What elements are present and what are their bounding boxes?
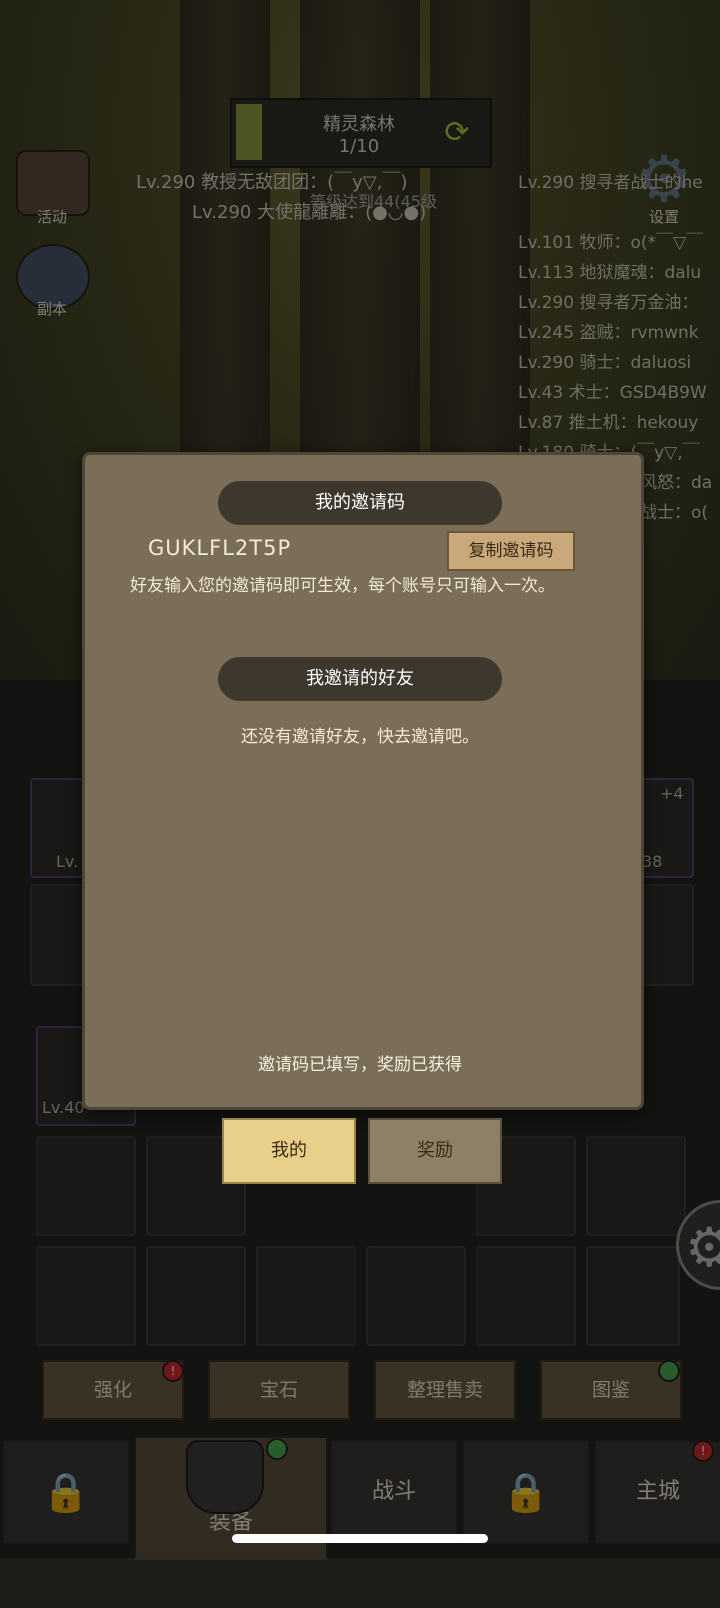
invite-code: GUKLFL2T5P: [148, 536, 292, 560]
invite-status: 邀请码已填写，奖励已获得: [258, 1055, 462, 1075]
home-indicator[interactable]: [232, 1534, 488, 1543]
invite-description: 好友输入您的邀请码即可生效，每个账号只可输入一次。: [130, 576, 555, 596]
no-friends-message: 还没有邀请好友，快去邀请吧。: [241, 727, 479, 747]
invited-friends-title: 我邀请的好友: [218, 657, 502, 701]
tab-reward[interactable]: 奖励: [368, 1118, 502, 1184]
copy-code-button[interactable]: 复制邀请码: [447, 531, 575, 571]
invite-code-title: 我的邀请码: [218, 481, 502, 525]
tab-mine[interactable]: 我的: [222, 1118, 356, 1184]
